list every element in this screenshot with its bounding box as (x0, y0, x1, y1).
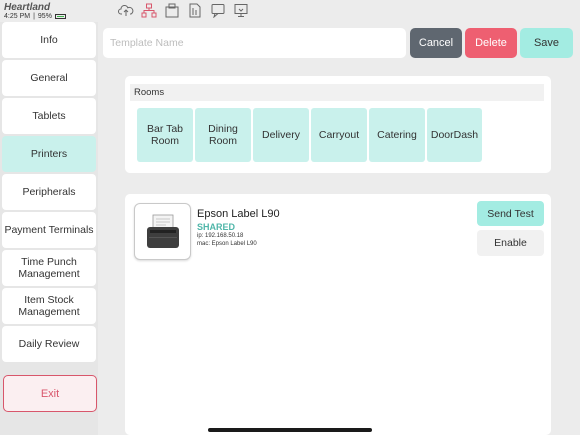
exit-button[interactable]: Exit (3, 375, 97, 412)
network-icon[interactable] (141, 3, 157, 18)
brand-logo: Heartland (4, 2, 51, 13)
top-toolbar-icons (118, 3, 249, 18)
room-doordash[interactable]: DoorDash (427, 108, 482, 162)
cloud-upload-icon[interactable] (118, 3, 134, 18)
room-delivery[interactable]: Delivery (253, 108, 309, 162)
receipt-icon[interactable] (210, 3, 226, 18)
sidebar-item-general[interactable]: General (2, 60, 96, 96)
sidebar-item-info[interactable]: Info (2, 22, 96, 58)
printer-mac: mac: Epson Label L90 (197, 241, 257, 247)
sidebar-item-tablets[interactable]: Tablets (2, 98, 96, 134)
printer-thumbnail[interactable] (134, 203, 191, 260)
display-icon[interactable] (233, 3, 249, 18)
document-icon[interactable] (187, 3, 203, 18)
sidebar-item-printers[interactable]: Printers (2, 136, 96, 172)
status-separator: | (33, 13, 35, 20)
template-name-input[interactable] (103, 28, 406, 58)
sidebar-item-payment-terminals[interactable]: Payment Terminals (2, 212, 96, 248)
delete-button[interactable]: Delete (465, 28, 517, 58)
room-dining-room[interactable]: Dining Room (195, 108, 251, 162)
cancel-button[interactable]: Cancel (410, 28, 462, 58)
send-test-button[interactable]: Send Test (477, 201, 544, 226)
status-battery-text: 95% (37, 13, 52, 20)
room-catering[interactable]: Catering (369, 108, 425, 162)
sidebar-item-time-punch-management[interactable]: Time Punch Management (2, 250, 96, 286)
sidebar-item-daily-review[interactable]: Daily Review (2, 326, 96, 362)
sidebar-item-item-stock-management[interactable]: Item Stock Management (2, 288, 96, 324)
printer-ip: ip: 192.168.50.18 (197, 233, 244, 239)
printer-shared-status: SHARED (197, 222, 236, 232)
printer-box-icon[interactable] (164, 3, 180, 18)
status-line: 4:25 PM | 95% (4, 13, 66, 20)
rooms-header: Rooms (130, 84, 544, 101)
printer-icon (146, 214, 179, 248)
home-indicator[interactable] (208, 428, 372, 432)
enable-button[interactable]: Enable (477, 230, 544, 256)
printer-name: Epson Label L90 (197, 208, 280, 220)
room-bar-tab-room[interactable]: Bar Tab Room (137, 108, 193, 162)
battery-icon (54, 14, 66, 19)
save-button[interactable]: Save (520, 28, 573, 58)
room-carryout[interactable]: Carryout (311, 108, 367, 162)
sidebar-item-peripherals[interactable]: Peripherals (2, 174, 96, 210)
status-bar: Heartland 4:25 PM | 95% (0, 0, 580, 22)
status-time: 4:25 PM (4, 13, 31, 20)
